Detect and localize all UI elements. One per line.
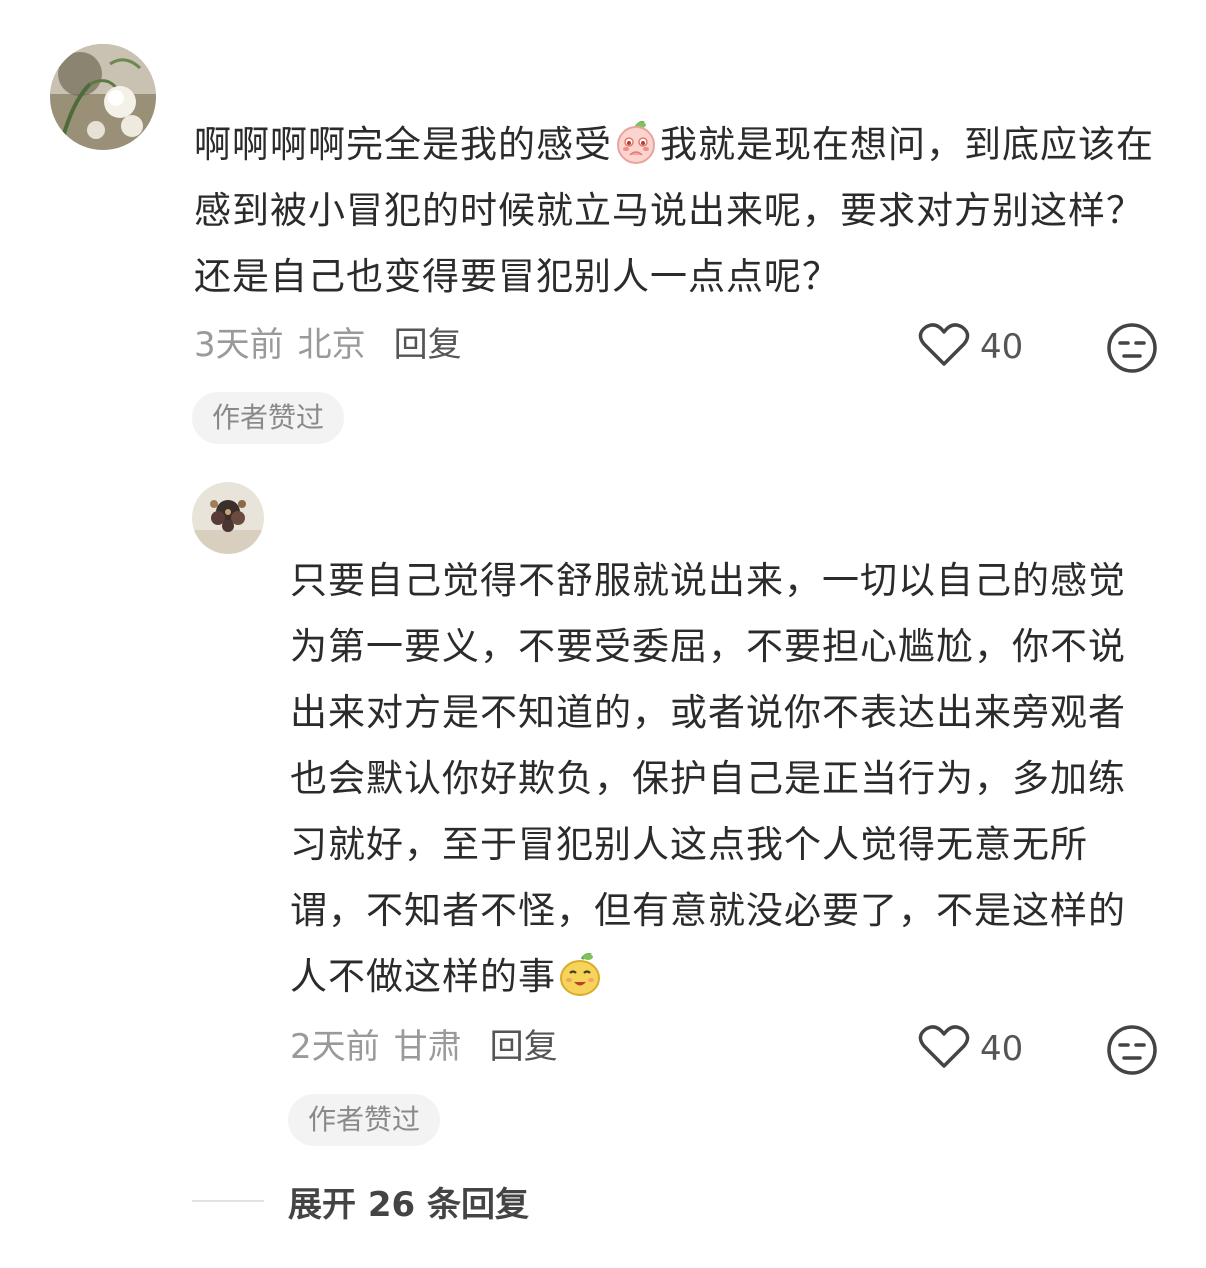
comment-text-part1: 啊啊啊啊完全是我的感受 (194, 123, 612, 166)
smiling-pear-emoji-icon (558, 951, 602, 997)
reply-meta: 2天前 甘肃 回复 (290, 1022, 558, 1072)
unamused-face-icon (1107, 323, 1157, 373)
reply-time: 2天前 (290, 1027, 380, 1067)
divider-line (192, 1200, 264, 1202)
unamused-face-icon (1107, 1025, 1157, 1075)
comment-meta: 3天前 北京 回复 (194, 320, 462, 370)
comment-location: 北京 (297, 325, 366, 365)
reply-reply-button[interactable]: 回复 (490, 1027, 558, 1067)
reply-dislike-button[interactable] (1106, 1024, 1158, 1076)
reply-body: 只要自己觉得不舒服就说出来，一切以自己的感觉为第一要义，不要受委屈，不要担心尴尬… (290, 548, 1140, 1010)
replier-avatar[interactable] (192, 482, 264, 554)
reply-author-liked-badge: 作者赞过 (288, 1094, 441, 1146)
comment-body: 啊啊啊啊完全是我的感受 我就是现在想问，到底应该在感到被小冒犯的时候就立马说出来… (194, 112, 1154, 310)
comment-reply-button[interactable]: 回复 (394, 325, 462, 365)
reply-location: 甘肃 (393, 1027, 462, 1067)
reply-like-count: 40 (980, 1029, 1024, 1069)
comment-dislike-button[interactable] (1106, 322, 1158, 374)
blushing-peach-emoji-icon (614, 119, 658, 165)
expand-replies-button[interactable]: 展开 26 条回复 (192, 1178, 529, 1225)
author-liked-badge: 作者赞过 (192, 392, 345, 444)
comment-like-button[interactable]: 40 (918, 322, 1023, 372)
comment-like-count: 40 (980, 327, 1024, 367)
heart-outline-icon (918, 322, 970, 372)
expand-replies-label: 展开 26 条回复 (288, 1184, 529, 1225)
reply-like-button[interactable]: 40 (918, 1024, 1023, 1074)
reply-text: 只要自己觉得不舒服就说出来，一切以自己的感觉为第一要义，不要受委屈，不要担心尴尬… (290, 559, 1126, 998)
commenter-avatar[interactable] (50, 44, 156, 150)
comment-time: 3天前 (194, 325, 284, 365)
heart-outline-icon (918, 1024, 970, 1074)
